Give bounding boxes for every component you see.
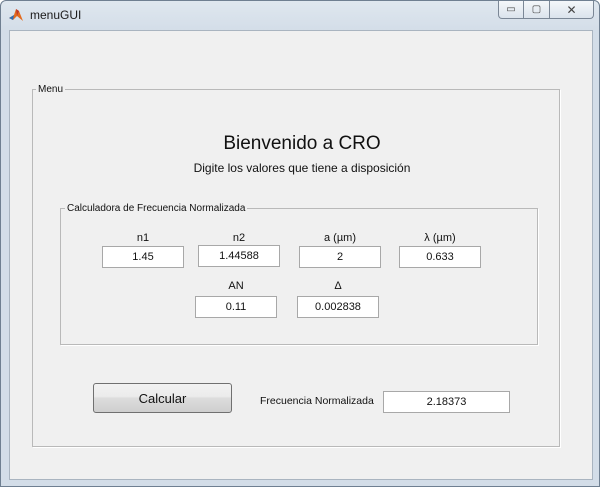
maximize-button[interactable]: ▢ xyxy=(524,1,550,19)
maximize-icon: ▢ xyxy=(531,4,542,15)
lambda-label: λ (µm) xyxy=(424,232,456,244)
matlab-logo-icon xyxy=(9,9,23,21)
an-label: AN xyxy=(228,280,244,292)
result-label: Frecuencia Normalizada xyxy=(260,395,374,407)
a-label: a (µm) xyxy=(323,232,356,244)
n2-field[interactable] xyxy=(198,245,280,267)
page-subtitle: Digite los valores que tiene a disposici… xyxy=(193,161,411,175)
lambda-field[interactable] xyxy=(399,246,481,268)
app-window: menuGUI ▭ ▢ ✕ Menu Bienvenido a CRO Digi… xyxy=(0,0,600,487)
calcular-button[interactable]: Calcular xyxy=(93,383,232,413)
window-title: menuGUI xyxy=(30,8,82,22)
an-field[interactable] xyxy=(195,296,277,318)
n2-label: n2 xyxy=(232,232,246,244)
result-field[interactable] xyxy=(383,391,510,413)
close-icon: ✕ xyxy=(566,2,577,17)
title-bar[interactable]: menuGUI ▭ ▢ ✕ xyxy=(1,1,599,30)
calculator-panel-legend: Calculadora de Frecuencia Normalizada xyxy=(65,203,248,215)
page-title: Bienvenido a CRO xyxy=(223,133,381,154)
client-area: Menu Bienvenido a CRO Digite los valores… xyxy=(9,30,593,480)
calculator-panel xyxy=(60,208,538,345)
delta-field[interactable] xyxy=(297,296,379,318)
menu-panel-legend: Menu xyxy=(36,84,66,96)
n1-label: n1 xyxy=(136,232,150,244)
a-field[interactable] xyxy=(299,246,381,268)
n1-field[interactable] xyxy=(102,246,184,268)
minimize-button[interactable]: ▭ xyxy=(498,1,524,19)
delta-label: Δ xyxy=(334,280,342,292)
close-button[interactable]: ✕ xyxy=(550,1,594,19)
window-controls: ▭ ▢ ✕ xyxy=(498,1,594,20)
minimize-icon: ▭ xyxy=(506,4,516,15)
